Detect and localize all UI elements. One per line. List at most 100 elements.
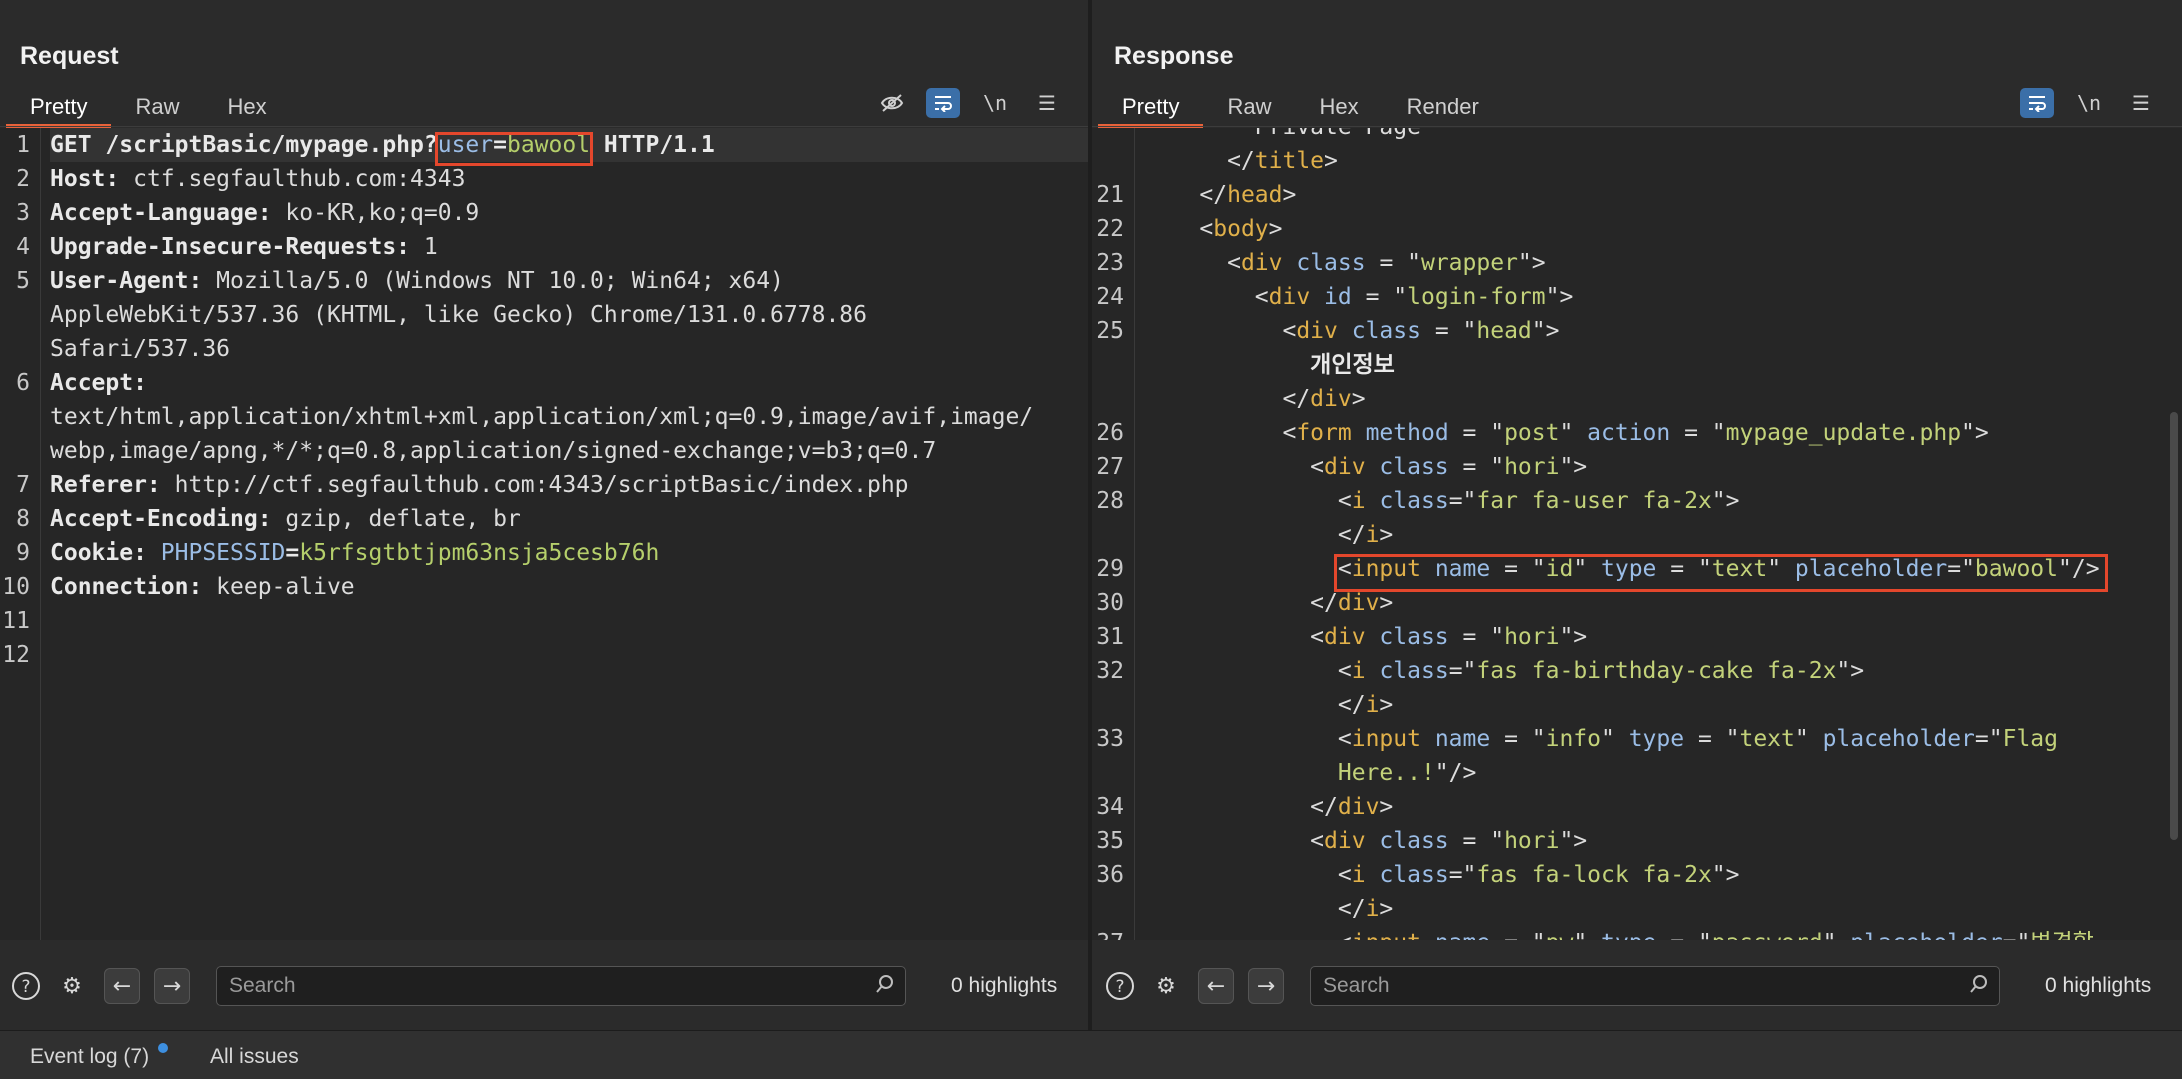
request-editor[interactable]: 1 2 3 4 5 6 7 8 9 10 11 12 GET /scriptBasic/mypage.… [0,128,1088,940]
code-token: info [1545,726,1601,752]
tab-pretty[interactable]: Pretty [6,90,112,128]
line-number [1092,144,1124,178]
code-token: "> [1559,828,1588,854]
code-line[interactable]: </div> [1144,382,2162,416]
code-token: "> [1517,250,1546,276]
line-number [1092,688,1124,722]
search-icon[interactable] [865,974,905,999]
code-line[interactable]: <div class = "hori"> [1144,620,2162,654]
code-line[interactable]: AppleWebKit/537.36 (KHTML, like Gecko) C… [50,298,1088,332]
code-token: " [1559,420,1588,446]
code-token: = " [1448,420,1505,446]
tab-render[interactable]: Render [1383,90,1503,124]
code-line[interactable]: <div id = "login-form"> [1144,280,2162,314]
request-tabs: Pretty Raw Hex [6,90,291,128]
event-log-link[interactable]: Event log (7) [30,1045,149,1069]
line-number: 7 [16,472,30,498]
word-wrap-icon[interactable] [926,88,960,118]
response-scrollbar[interactable] [2170,412,2178,840]
code-line[interactable]: Host: ctf.segfaulthub.com:4343 [50,162,1088,196]
code-token: < [1144,556,1352,582]
code-token: post [1504,420,1560,446]
forward-arrow-icon[interactable]: → [1248,968,1284,1004]
code-line[interactable]: Accept: [50,366,1088,400]
code-token: > [1324,148,1338,174]
code-token: fas fa-birthday-cake fa-2x [1476,658,1837,684]
code-line[interactable]: <input name = "pw" type = "password" pla… [1144,926,2162,940]
code-token: class [1379,862,1449,888]
code-line[interactable]: <body> [1144,212,2162,246]
code-line[interactable]: Accept-Language: ko-KR,ko;q=0.9 [50,196,1088,230]
code-line[interactable]: <div class = "hori"> [1144,824,2162,858]
code-line[interactable]: <div class = "head"> [1144,314,2162,348]
menu-icon[interactable]: ☰ [2124,88,2158,118]
gear-icon[interactable]: ⚙ [1148,968,1184,1004]
back-arrow-icon[interactable]: ← [104,968,140,1004]
response-editor[interactable]: 21 22 23 24 25 26 27 28 29 30 31 32 33 34 35 36 37 Priva… [1092,128,2182,940]
tab-pretty[interactable]: Pretty [1098,90,1204,128]
request-search-input[interactable] [217,973,865,999]
code-line[interactable]: </i> [1144,518,2162,552]
code-line[interactable]: Here..!"/> [1144,756,2162,790]
gear-icon[interactable]: ⚙ [54,968,90,1004]
help-icon[interactable]: ? [1102,968,1138,1004]
code-line[interactable]: <div class = "hori"> [1144,450,2162,484]
code-token: </ [1144,182,1228,208]
code-line[interactable]: </i> [1144,892,2162,926]
forward-arrow-icon[interactable]: → [154,968,190,1004]
line-number: 22 [1096,216,1124,242]
line-number: 6 [16,370,30,396]
code-line[interactable]: Private Page [1144,128,2162,144]
code-line[interactable]: <input name = "info" type = "text" place… [1144,722,2162,756]
code-token: Safari/537.36 [50,336,231,362]
word-wrap-icon[interactable] [2020,88,2054,118]
response-gutter: 21 22 23 24 25 26 27 28 29 30 31 32 33 34 35 36 37 [1092,128,1135,940]
newline-toggle[interactable]: \n [2072,88,2106,118]
code-line[interactable] [50,604,1088,638]
code-line[interactable]: <div class = "wrapper"> [1144,246,2162,280]
code-token: "> [1711,862,1740,888]
code-line[interactable]: <i class="fas fa-birthday-cake fa-2x"> [1144,654,2162,688]
code-line[interactable]: Upgrade-Insecure-Requests: 1 [50,230,1088,264]
help-icon[interactable]: ? [8,968,44,1004]
code-line[interactable]: </i> [1144,688,2162,722]
code-line[interactable]: </div> [1144,790,2162,824]
response-search-input[interactable] [1311,973,1959,999]
code-line[interactable]: Referer: http://ctf.segfaulthub.com:4343… [50,468,1088,502]
status-bar: Event log (7) All issues [0,1030,2182,1079]
all-issues-link[interactable]: All issues [210,1045,299,1069]
code-line[interactable]: Safari/537.36 [50,332,1088,366]
tab-hex[interactable]: Hex [203,90,290,124]
code-token: div [1268,284,1311,310]
code-line[interactable]: </title> [1144,144,2162,178]
code-token: = " [1684,726,1740,752]
code-line[interactable]: Cookie: PHPSESSID=k5rfsgtbtjpm63nsja5ces… [50,536,1088,570]
code-token: head [1476,318,1532,344]
code-token: http://ctf.segfaulthub.com:4343/scriptBa… [174,472,909,498]
code-line[interactable]: <i class="far fa-user fa-2x"> [1144,484,2162,518]
code-line[interactable]: 개인정보 [1144,348,2162,382]
tab-hex[interactable]: Hex [1295,90,1382,124]
line-number [1092,518,1124,552]
menu-icon[interactable]: ☰ [1030,88,1064,118]
back-arrow-icon[interactable]: ← [1198,968,1234,1004]
code-line[interactable]: <form method = "post" action = "mypage_u… [1144,416,2162,450]
response-code[interactable]: Private Page </title> </head> <body> <di… [1134,128,2162,940]
code-line[interactable]: webp,image/apng,*/*;q=0.8,application/si… [50,434,1088,468]
code-line[interactable]: Connection: keep-alive [50,570,1088,604]
code-line[interactable]: Accept-Encoding: gzip, deflate, br [50,502,1088,536]
tab-raw[interactable]: Raw [1203,90,1295,124]
request-code[interactable]: GET /scriptBasic/mypage.php?user=bawool … [40,128,1088,940]
code-line[interactable]: </head> [1144,178,2162,212]
hide-nonprintable-icon[interactable] [875,88,909,118]
line-number: 26 [1096,420,1124,446]
newline-toggle[interactable]: \n [978,88,1012,118]
code-line[interactable] [50,638,1088,672]
code-line[interactable]: User-Agent: Mozilla/5.0 (Windows NT 10.0… [50,264,1088,298]
search-icon[interactable] [1959,974,1999,999]
code-line[interactable]: text/html,application/xhtml+xml,applicat… [50,400,1088,434]
tab-raw[interactable]: Raw [111,90,203,124]
code-line[interactable]: <i class="fas fa-lock fa-2x"> [1144,858,2162,892]
